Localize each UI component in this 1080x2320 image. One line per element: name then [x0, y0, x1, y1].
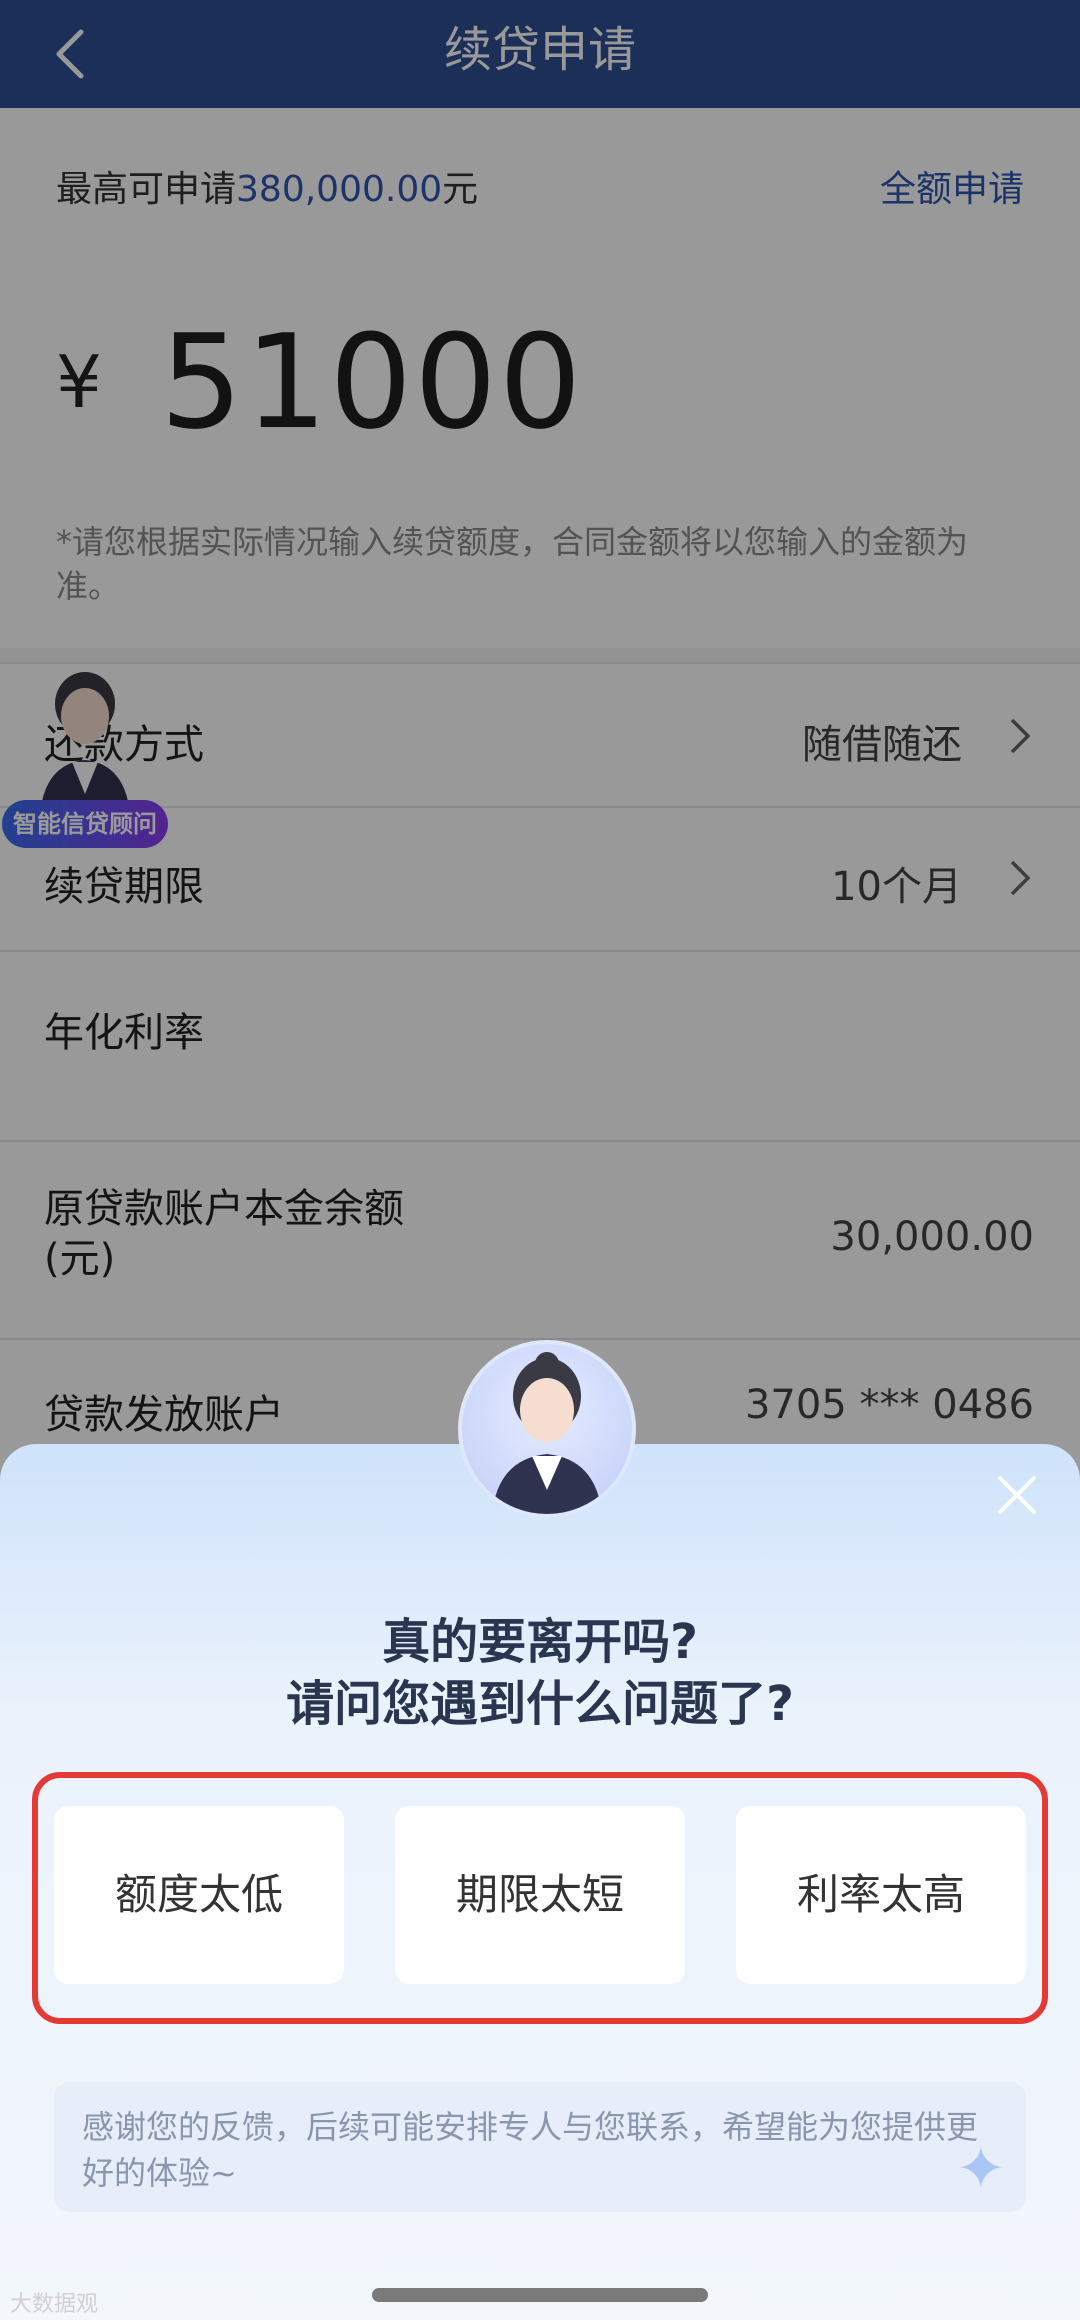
sheet-advisor-avatar — [458, 1340, 636, 1518]
home-indicator[interactable] — [372, 2288, 708, 2302]
feedback-note: 感谢您的反馈，后续可能安排专人与您联系，希望能为您提供更好的体验~ ✦ — [54, 2082, 1026, 2212]
sparkle-icon: ✦ — [955, 2134, 1006, 2204]
feedback-text: 感谢您的反馈，后续可能安排专人与您联系，希望能为您提供更好的体验~ — [82, 2108, 979, 2192]
watermark: 大数据观 — [10, 2292, 99, 2317]
option-rate-too-high[interactable]: 利率太高 — [736, 1806, 1026, 1984]
option-term-too-short[interactable]: 期限太短 — [395, 1806, 685, 1984]
sheet-question-line2: 请问您遇到什么问题了? — [286, 1676, 794, 1732]
advisor-illustration — [492, 1352, 602, 1514]
option-amount-too-low[interactable]: 额度太低 — [54, 1806, 344, 1984]
close-icon[interactable] — [992, 1470, 1042, 1520]
sheet-question-line1: 真的要离开吗? — [382, 1614, 698, 1670]
